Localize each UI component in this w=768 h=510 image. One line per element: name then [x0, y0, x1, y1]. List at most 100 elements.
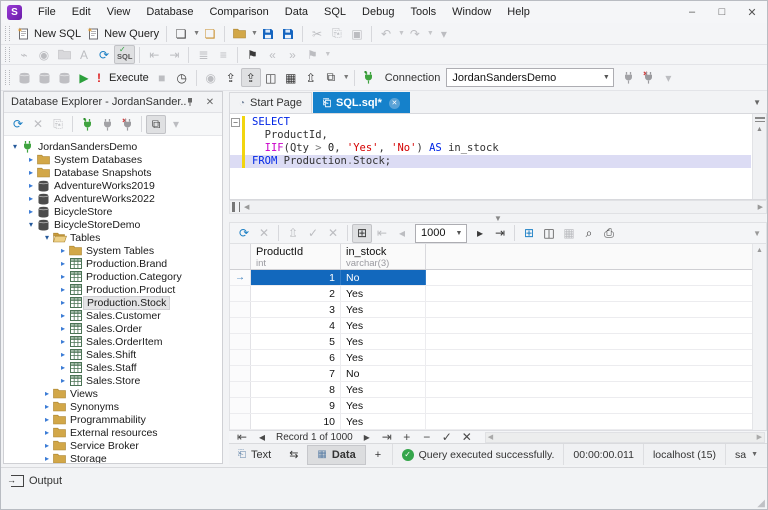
export-grid-button[interactable]: ⎙: [599, 224, 619, 243]
toolbar-grip[interactable]: [5, 47, 10, 62]
cell-instock[interactable]: Yes: [341, 334, 426, 349]
results-toolbar-overflow-icon[interactable]: ▼: [753, 229, 761, 238]
dropdown-caret-icon[interactable]: ▼: [398, 30, 405, 37]
chevron-collapsed-icon[interactable]: ▸: [58, 285, 68, 294]
new-object-button[interactable]: ❏: [200, 24, 220, 43]
tree-item-synonyms[interactable]: ▸Synonyms: [4, 400, 222, 413]
table-row[interactable]: 7No: [230, 366, 752, 382]
chevron-collapsed-icon[interactable]: ▸: [26, 207, 36, 216]
results-to-file-button[interactable]: ⇪: [221, 68, 241, 87]
chevron-collapsed-icon[interactable]: ▸: [58, 363, 68, 372]
menu-help[interactable]: Help: [499, 3, 538, 21]
chevron-collapsed-icon[interactable]: ▸: [42, 428, 52, 437]
cell-productid[interactable]: 9: [251, 398, 341, 413]
tab-text[interactable]: ⎗ Text: [229, 445, 280, 465]
card-view-button[interactable]: ◫: [539, 224, 559, 243]
tab-start-page[interactable]: ◔ Start Page: [229, 92, 312, 113]
tree-item-adventureworks2019[interactable]: ▸AdventureWorks2019: [4, 179, 222, 192]
dropdown-caret-icon[interactable]: ▼: [324, 51, 331, 58]
table-row[interactable]: 2Yes: [230, 286, 752, 302]
sql-editor[interactable]: −SELECT ProductId, IIF(Qty > 0, 'Yes', '…: [229, 113, 767, 200]
results-to-grid-button[interactable]: ⇪: [241, 68, 261, 87]
grid-corner[interactable]: [230, 244, 251, 269]
close-icon[interactable]: ✕: [202, 97, 218, 108]
grid-view-button[interactable]: ⊞: [519, 224, 539, 243]
menu-tools[interactable]: Tools: [402, 3, 444, 21]
tree-item-production-brand[interactable]: ▸Production.Brand: [4, 257, 222, 270]
tab-data[interactable]: ▦ Data: [307, 445, 365, 465]
menu-data[interactable]: Data: [277, 3, 316, 21]
attach-results-button[interactable]: ⇫: [301, 68, 321, 87]
tree-item-service-broker[interactable]: ▸Service Broker: [4, 439, 222, 452]
new-connection-button[interactable]: [77, 115, 97, 134]
tree-item-sales-customer[interactable]: ▸Sales.Customer: [4, 309, 222, 322]
table-row[interactable]: 4Yes: [230, 318, 752, 334]
cell-productid[interactable]: 5: [251, 334, 341, 349]
tree-item-tables[interactable]: ▾Tables: [4, 231, 222, 244]
menu-view[interactable]: View: [99, 3, 139, 21]
cell-instock[interactable]: Yes: [341, 382, 426, 397]
page-size-select[interactable]: 1000▼: [415, 224, 467, 243]
minimize-button[interactable]: –: [677, 2, 707, 23]
splitter-handle[interactable]: [755, 117, 765, 122]
chevron-collapsed-icon[interactable]: ▸: [58, 272, 68, 281]
cell-productid[interactable]: 4: [251, 318, 341, 333]
layout-button[interactable]: ◫: [261, 68, 281, 87]
refresh-button[interactable]: ⟳: [8, 115, 28, 134]
splitter-handle[interactable]: [232, 202, 240, 212]
execute-button[interactable]: !Execute: [94, 68, 152, 87]
tree-item-production-stock[interactable]: ▸Production.Stock: [4, 296, 222, 309]
new-query-button[interactable]: ✶New Query: [84, 24, 162, 43]
disconnect-button[interactable]: [638, 68, 658, 87]
close-button[interactable]: ✕: [737, 2, 767, 23]
resize-grip[interactable]: ◢: [757, 498, 765, 509]
scroll-up-icon[interactable]: ▲: [756, 126, 763, 133]
find-button[interactable]: ⌕: [579, 224, 599, 243]
cell-instock[interactable]: No: [341, 270, 426, 285]
toolbar-grip[interactable]: [5, 26, 10, 41]
scroll-up-icon[interactable]: ▲: [753, 247, 766, 254]
new-document-button[interactable]: ❏: [171, 24, 191, 43]
pin-icon[interactable]: [186, 97, 202, 107]
chevron-expanded-icon[interactable]: ▾: [10, 142, 20, 151]
chevron-collapsed-icon[interactable]: ▸: [42, 389, 52, 398]
visualizer-button[interactable]: ▦: [281, 68, 301, 87]
tree-item-production-product[interactable]: ▸Production.Product: [4, 283, 222, 296]
tree-item-external-resources[interactable]: ▸External resources: [4, 426, 222, 439]
dropdown-caret-icon[interactable]: ▼: [193, 30, 200, 37]
table-row[interactable]: 8Yes: [230, 382, 752, 398]
connection-select[interactable]: JordanSandersDemo ▼: [446, 68, 614, 87]
table-row[interactable]: 5Yes: [230, 334, 752, 350]
editor-vertical-scrollbar[interactable]: ▲: [752, 114, 766, 199]
cell-productid[interactable]: 6: [251, 350, 341, 365]
toolbar-grip[interactable]: [5, 70, 10, 85]
chevron-collapsed-icon[interactable]: ▸: [26, 155, 36, 164]
cell-instock[interactable]: Yes: [341, 318, 426, 333]
cell-productid[interactable]: 1: [251, 270, 341, 285]
output-tab[interactable]: Output: [29, 475, 62, 487]
chevron-collapsed-icon[interactable]: ▸: [58, 350, 68, 359]
disconnect-button[interactable]: [117, 115, 137, 134]
tree-item-system-tables[interactable]: ▸System Tables: [4, 244, 222, 257]
refresh-results-button[interactable]: ⟳: [234, 224, 254, 243]
toggle-bookmark-button[interactable]: ⚑: [242, 45, 262, 64]
tree-item-storage[interactable]: ▸Storage: [4, 452, 222, 463]
chevron-collapsed-icon[interactable]: ▸: [58, 298, 68, 307]
tab-overflow-icon[interactable]: ▼: [753, 98, 761, 107]
chevron-collapsed-icon[interactable]: ▸: [42, 402, 52, 411]
tree-item-sales-shift[interactable]: ▸Sales.Shift: [4, 348, 222, 361]
cell-productid[interactable]: 2: [251, 286, 341, 301]
menu-debug[interactable]: Debug: [354, 3, 402, 21]
chevron-collapsed-icon[interactable]: ▸: [42, 441, 52, 450]
close-tab-icon[interactable]: ✕: [389, 98, 400, 109]
chevron-collapsed-icon[interactable]: ▸: [58, 311, 68, 320]
menu-database[interactable]: Database: [138, 3, 201, 21]
paging-mode-button[interactable]: ⊞: [352, 224, 372, 243]
run-button[interactable]: ▶: [74, 68, 94, 87]
table-row[interactable]: 6Yes: [230, 350, 752, 366]
tree-item-views[interactable]: ▸Views: [4, 387, 222, 400]
menu-edit[interactable]: Edit: [64, 3, 99, 21]
menu-file[interactable]: File: [30, 3, 64, 21]
tree-item-system-databases[interactable]: ▸System Databases: [4, 153, 222, 166]
tree-item-programmability[interactable]: ▸Programmability: [4, 413, 222, 426]
